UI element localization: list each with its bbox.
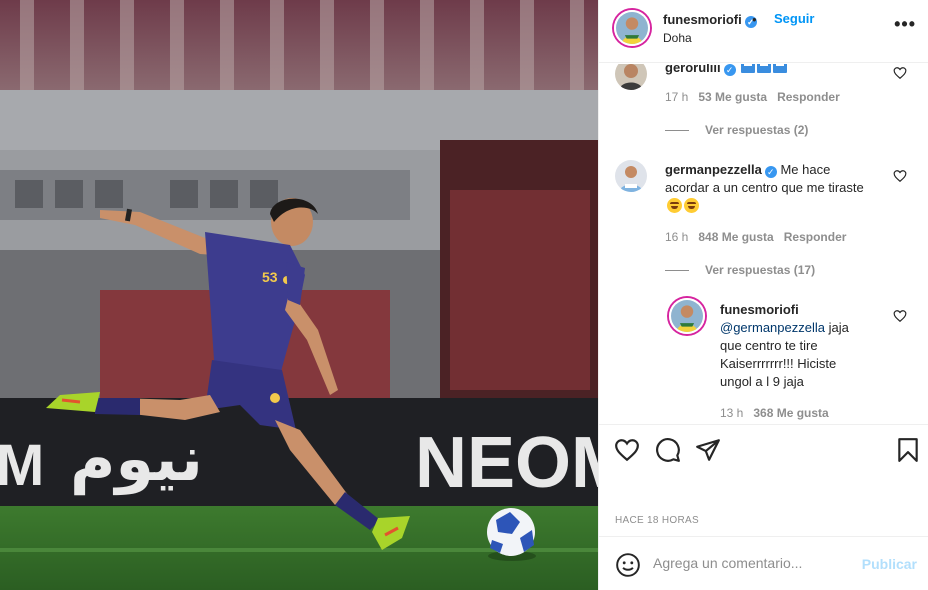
commenter-avatar[interactable] — [615, 64, 647, 90]
author-avatar[interactable] — [614, 10, 650, 46]
view-replies-button[interactable]: Ver respuestas (2) — [665, 123, 808, 137]
verified-badge-icon: ✓ — [723, 64, 736, 76]
flag-emoji-icon — [773, 64, 788, 73]
header-separator: • — [752, 12, 757, 27]
laughing-emoji-icon — [684, 198, 699, 213]
commenter-avatar[interactable] — [615, 160, 647, 192]
banner-left-letter: M — [0, 433, 44, 498]
flag-emoji-icon — [741, 64, 756, 73]
comment-time[interactable]: 16 h — [665, 230, 688, 244]
comment-time[interactable]: 17 h — [665, 90, 688, 104]
like-comment-heart-icon[interactable] — [893, 169, 907, 183]
commenter-username[interactable]: funesmoriofi — [720, 302, 799, 317]
comment-mention-link[interactable]: @germanpezzella — [720, 320, 825, 335]
banner-arabic-text: نيوم — [70, 422, 203, 496]
shirt-number: 53 — [262, 269, 278, 285]
flag-emoji-icon — [757, 64, 772, 73]
more-options-icon[interactable]: ••• — [894, 14, 916, 35]
comment-likes[interactable]: 53 Me gusta — [698, 90, 767, 104]
comment-likes[interactable]: 368 Me gusta — [753, 406, 828, 420]
add-comment-bar: Publicar — [599, 536, 928, 590]
post-location[interactable]: Doha — [663, 31, 692, 45]
post-time-ago[interactable]: HACE 18 HORAS — [615, 515, 699, 526]
laughing-emoji-icon — [667, 198, 682, 213]
post-actions: HACE 18 HORAS — [599, 424, 928, 554]
publish-button[interactable]: Publicar — [862, 556, 917, 572]
reply-button[interactable]: Responder — [784, 230, 847, 244]
smiley-icon[interactable] — [615, 552, 641, 578]
comments-list[interactable]: geroruliii ✓ 17 h 53 Me gusta Responder Ver… — [599, 64, 928, 424]
heart-icon[interactable] — [614, 437, 640, 463]
photo-scene: M نيوم NEOM 53 — [0, 0, 598, 590]
follow-button[interactable]: Seguir — [774, 11, 814, 26]
bookmark-icon[interactable] — [895, 437, 921, 463]
view-replies-button[interactable]: Ver respuestas (17) — [665, 263, 815, 277]
post-side-panel: funesmoriofi ✓ • Seguir Doha ••• geroruli… — [598, 0, 928, 590]
post-photo[interactable]: M نيوم NEOM 53 — [0, 0, 598, 590]
soccer-ball — [487, 508, 536, 561]
like-comment-heart-icon[interactable] — [893, 309, 907, 323]
like-comment-heart-icon[interactable] — [893, 66, 907, 80]
comment-icon[interactable] — [655, 437, 681, 463]
author-username[interactable]: funesmoriofi ✓ — [663, 12, 757, 28]
comment-likes[interactable]: 848 Me gusta — [698, 230, 773, 244]
banner-neom-text: NEOM — [415, 423, 598, 503]
paper-plane-icon[interactable] — [695, 437, 721, 463]
author-avatar[interactable] — [669, 298, 705, 334]
comment-input[interactable] — [653, 555, 853, 571]
verified-badge-icon: ✓ — [764, 166, 777, 178]
reply-button[interactable]: Responder — [777, 90, 840, 104]
commenter-username[interactable]: germanpezzella — [665, 162, 762, 177]
comment-time[interactable]: 13 h — [720, 406, 743, 420]
post-header: funesmoriofi ✓ • Seguir Doha ••• — [599, 0, 928, 63]
commenter-username[interactable]: geroruliii — [665, 64, 721, 75]
